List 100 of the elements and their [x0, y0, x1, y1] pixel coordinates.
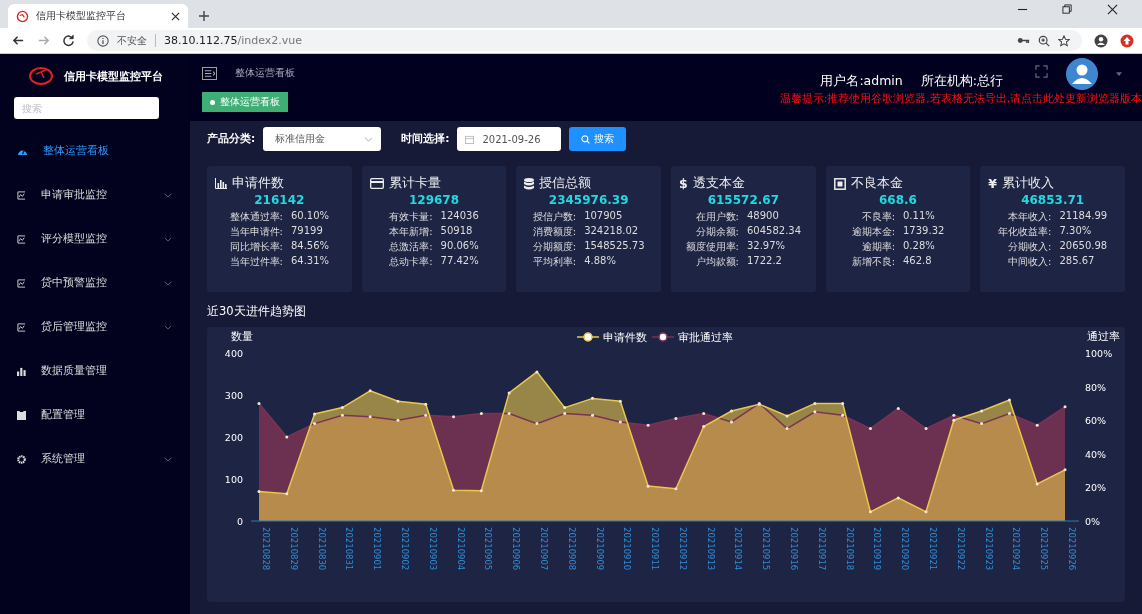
info-icon: [97, 34, 109, 47]
metric-label: 本年新增:: [389, 225, 433, 239]
security-label: 不安全: [117, 33, 147, 48]
metric-value: 324218.02: [584, 225, 640, 238]
tick-label: 20210913: [705, 527, 716, 571]
address-bar[interactable]: 不安全 38.10.112.75/index2.vue: [87, 30, 1082, 51]
logo-icon: [28, 66, 54, 86]
app-title: 信用卡模型监控平台: [64, 68, 163, 84]
card-value: 216142: [253, 193, 306, 207]
reload-icon[interactable]: [62, 34, 75, 47]
notice-link[interactable]: 温馨提示:推荐使用谷歌浏览器,若表格无法导出,请点击此处更新浏览器版本: [779, 92, 1142, 106]
tick-label: 80%: [1085, 381, 1107, 393]
nav-item[interactable]: 系统管理: [0, 437, 190, 481]
close-icon[interactable]: [1107, 3, 1118, 15]
tick-label: 40%: [1085, 448, 1107, 460]
new-tab-icon[interactable]: [198, 10, 210, 22]
avatar-icon[interactable]: [1066, 58, 1098, 90]
nav-item[interactable]: 贷中预警监控: [0, 261, 190, 305]
metric-value: 90.06%: [440, 240, 479, 253]
settings-icon: [17, 454, 26, 464]
metric-label: 在用户数:: [694, 210, 739, 224]
tick-label: 20210922: [955, 527, 966, 571]
nav-item[interactable]: 数据质量管理: [0, 349, 190, 393]
tick-label: 20210901: [372, 527, 383, 571]
tick-label: 20210909: [594, 527, 605, 571]
metric-value: 84.56%: [290, 240, 330, 253]
tick-label: 20210916: [789, 527, 800, 571]
search-field[interactable]: 搜索: [14, 97, 159, 119]
star-icon[interactable]: [1058, 34, 1070, 47]
chart-icon: [17, 190, 26, 200]
close-icon[interactable]: [171, 11, 180, 21]
tick-label: 20210907: [538, 527, 549, 571]
metric-value: 4.88%: [584, 255, 617, 268]
tick-label: 20210920: [900, 527, 911, 571]
metric-label: 户均款额:: [694, 255, 739, 269]
nav-item[interactable]: 配置管理: [0, 393, 190, 437]
tick-label: 20210828: [261, 527, 271, 571]
metric-label: 同比增长率:: [229, 240, 283, 254]
axis-title: 数量: [231, 330, 253, 342]
metric-label: 当年申请件:: [229, 225, 283, 239]
card-title: 不良本金: [850, 175, 903, 192]
metric-value: 7.30%: [1059, 225, 1093, 238]
metric-value: 107905: [584, 210, 624, 223]
metric-label: 当年过件率:: [229, 255, 283, 269]
metric-value: 0.11%: [903, 210, 936, 223]
back-icon[interactable]: [12, 34, 25, 47]
key-icon[interactable]: [1017, 36, 1030, 45]
nav-item[interactable]: 整体运营看板: [0, 129, 190, 173]
tick-label: 20210926: [1067, 527, 1077, 571]
nav-item[interactable]: 贷后管理监控: [0, 305, 190, 349]
legend-label: 申请件数: [603, 331, 647, 343]
metric-value: 48900: [746, 210, 780, 223]
update-icon[interactable]: [1120, 33, 1134, 48]
card-title: 授信总额: [539, 175, 592, 192]
card-value: 2345976.39: [547, 193, 630, 207]
folder-icon: [17, 410, 26, 420]
tick-label: 100: [224, 474, 243, 485]
tick-label: 20210919: [872, 527, 883, 571]
metric-label: 分期余额:: [694, 225, 739, 239]
metric-label: 平均利率:: [532, 255, 577, 269]
nav-item[interactable]: 申请审批监控: [0, 173, 190, 217]
profile-icon[interactable]: [1094, 33, 1108, 48]
tick-label: 20210905: [483, 527, 494, 571]
date-field[interactable]: 2021-09-26: [457, 127, 562, 151]
tick-label: 20210925: [1039, 527, 1050, 571]
tick-label: 20210903: [427, 527, 438, 571]
card-value: 668.6: [878, 193, 918, 207]
card-title: 申请件数: [232, 175, 284, 192]
chevron-icon: [364, 136, 374, 142]
tick-label: 0: [236, 516, 243, 527]
metric-value: 77.42%: [440, 255, 479, 268]
chart-icon: [17, 234, 26, 244]
caret-icon[interactable]: [1116, 72, 1122, 76]
tick-label: 0%: [1085, 516, 1101, 527]
menu-icon[interactable]: [202, 66, 217, 80]
metric-label: 分期收入:: [1007, 240, 1052, 254]
zoom-icon[interactable]: [1038, 34, 1050, 47]
tick-label: 20210829: [288, 527, 299, 571]
nav-item[interactable]: 评分模型监控: [0, 217, 190, 261]
metric-value: 1722.2: [746, 255, 783, 268]
browser-tab[interactable]: 信用卡模型监控平台: [8, 4, 188, 28]
metric-value: 20650.98: [1059, 240, 1108, 253]
legend-label: 审批通过率: [678, 331, 733, 343]
metric-value: 285.67: [1059, 255, 1096, 268]
tick-label: 20210908: [566, 527, 577, 571]
legend-item[interactable]: 审批通过率: [651, 331, 733, 343]
restore-icon[interactable]: [1062, 3, 1073, 15]
product-select[interactable]: 标准信用金: [263, 127, 382, 151]
username-label: 用户名:admin: [820, 72, 903, 90]
metric-value: 604582.34: [746, 225, 802, 238]
card-value: 615572.67: [706, 193, 780, 207]
tick-label: 20210911: [650, 527, 661, 571]
metric-value: 79199: [290, 225, 324, 238]
legend-item[interactable]: 申请件数: [576, 331, 647, 343]
tick-label: 20210910: [622, 527, 633, 571]
square-icon: [833, 177, 846, 190]
card-title: 累计卡量: [388, 175, 441, 192]
card-title: 透支本金: [692, 175, 745, 192]
tick-label: 20210918: [844, 527, 855, 571]
tab-title: 信用卡模型监控平台: [36, 9, 127, 23]
